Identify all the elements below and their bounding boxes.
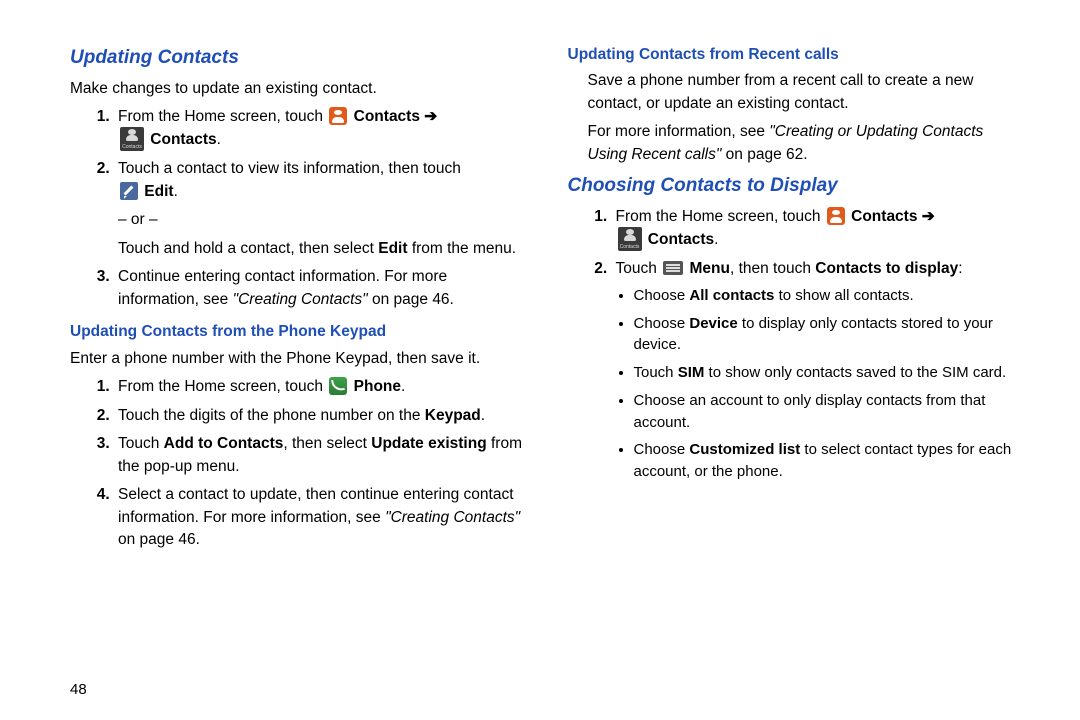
heading-phone-keypad: Updating Contacts from the Phone Keypad — [70, 321, 528, 343]
bullet-device: Choose Device to display only contacts s… — [634, 313, 1026, 357]
step3-text-b: "Creating Contacts" — [233, 291, 368, 308]
bullet-all-contacts: Choose All contacts to show all contacts… — [634, 285, 1026, 307]
cstep-2: Touch Menu, then touch Contacts to displ… — [612, 258, 1026, 482]
bullet-account: Choose an account to only display contac… — [634, 390, 1026, 434]
recent-intro: Save a phone number from a recent call t… — [588, 70, 1026, 115]
display-options: Choose All contacts to show all contacts… — [616, 285, 1026, 483]
cstep2-c: , then touch — [730, 260, 815, 277]
heading-updating-contacts: Updating Contacts — [70, 44, 528, 72]
choosing-steps: From the Home screen, touch Contacts ➔ C… — [568, 206, 1026, 483]
menu-icon — [663, 261, 683, 275]
cstep1-c: Contacts — [644, 231, 715, 248]
step1-text-d: . — [217, 132, 221, 149]
kstep1-c: . — [401, 378, 405, 395]
step3-text-c: on page 46. — [368, 291, 454, 308]
cstep-1: From the Home screen, touch Contacts ➔ C… — [612, 206, 1026, 252]
bul5-a: Choose — [634, 441, 690, 458]
cstep2-e: : — [958, 260, 962, 277]
bul3-b: SIM — [678, 364, 705, 381]
right-column: Updating Contacts from Recent calls Save… — [548, 40, 1026, 700]
heading-recent-calls: Updating Contacts from Recent calls — [568, 44, 1026, 66]
cstep2-a: Touch — [616, 260, 662, 277]
recent-more: For more information, see "Creating or U… — [588, 121, 1026, 166]
step2-text-b: Edit — [140, 183, 174, 200]
or-para: Touch and hold a contact, then select Ed… — [118, 238, 528, 260]
recent-more-a: For more information, see — [588, 123, 770, 140]
bul1-b: All contacts — [689, 287, 774, 304]
step1-text-c: Contacts — [146, 132, 217, 149]
bullet-customized: Choose Customized list to select contact… — [634, 439, 1026, 483]
kstep2-b: Keypad — [425, 407, 481, 424]
recent-more-c: on page 62. — [721, 146, 807, 163]
contacts-app-icon — [827, 207, 845, 225]
edit-icon — [120, 182, 138, 200]
kstep2-a: Touch the digits of the phone number on … — [118, 407, 425, 424]
contacts-sub-icon — [618, 227, 642, 251]
kstep1-a: From the Home screen, touch — [118, 378, 327, 395]
heading-choosing-contacts: Choosing Contacts to Display — [568, 172, 1026, 200]
step-3: Continue entering contact information. F… — [114, 266, 528, 311]
cstep2-b: Menu — [685, 260, 730, 277]
bul2-a: Choose — [634, 315, 690, 332]
step-2: Touch a contact to view its information,… — [114, 158, 528, 260]
kstep2-c: . — [481, 407, 485, 424]
page-number: 48 — [70, 681, 87, 698]
bul5-b: Customized list — [689, 441, 800, 458]
kstep4-b: "Creating Contacts" — [385, 509, 520, 526]
kstep-1: From the Home screen, touch Phone. — [114, 376, 528, 398]
kstep3-a: Touch — [118, 435, 164, 452]
cstep2-d: Contacts to display — [815, 260, 958, 277]
bul3-a: Touch — [634, 364, 678, 381]
step2-text-a: Touch a contact to view its information,… — [118, 160, 461, 177]
keypad-intro: Enter a phone number with the Phone Keyp… — [70, 348, 528, 370]
kstep-4: Select a contact to update, then continu… — [114, 484, 528, 551]
kstep3-c: , then select — [283, 435, 371, 452]
kstep-3: Touch Add to Contacts, then select Updat… — [114, 433, 528, 478]
or-para-a: Touch and hold a contact, then select — [118, 240, 378, 257]
left-column: Updating Contacts Make changes to update… — [70, 40, 548, 700]
manual-page: Updating Contacts Make changes to update… — [0, 0, 1080, 720]
updating-steps: From the Home screen, touch Contacts ➔ C… — [70, 106, 528, 311]
bul3-c: to show only contacts saved to the SIM c… — [704, 364, 1006, 381]
contacts-sub-icon — [120, 127, 144, 151]
intro-text: Make changes to update an existing conta… — [70, 78, 528, 100]
kstep3-d: Update existing — [371, 435, 486, 452]
kstep4-c: on page 46. — [118, 531, 200, 548]
step1-text-b: Contacts ➔ — [349, 108, 437, 125]
phone-icon — [329, 377, 347, 395]
cstep1-b: Contacts ➔ — [847, 208, 935, 225]
kstep3-b: Add to Contacts — [164, 435, 284, 452]
step2-text-c: . — [174, 183, 178, 200]
bul2-b: Device — [689, 315, 737, 332]
bul1-c: to show all contacts. — [774, 287, 913, 304]
step-1: From the Home screen, touch Contacts ➔ C… — [114, 106, 528, 152]
or-line: – or – — [118, 209, 528, 231]
kstep1-b: Phone — [349, 378, 401, 395]
or-para-c: from the menu. — [408, 240, 517, 257]
kstep-2: Touch the digits of the phone number on … — [114, 405, 528, 427]
bullet-sim: Touch SIM to show only contacts saved to… — [634, 362, 1026, 384]
or-para-b: Edit — [378, 240, 407, 257]
keypad-steps: From the Home screen, touch Phone. Touch… — [70, 376, 528, 551]
step1-text-a: From the Home screen, touch — [118, 108, 327, 125]
cstep1-a: From the Home screen, touch — [616, 208, 825, 225]
bul1-a: Choose — [634, 287, 690, 304]
contacts-app-icon — [329, 107, 347, 125]
cstep1-d: . — [714, 231, 718, 248]
